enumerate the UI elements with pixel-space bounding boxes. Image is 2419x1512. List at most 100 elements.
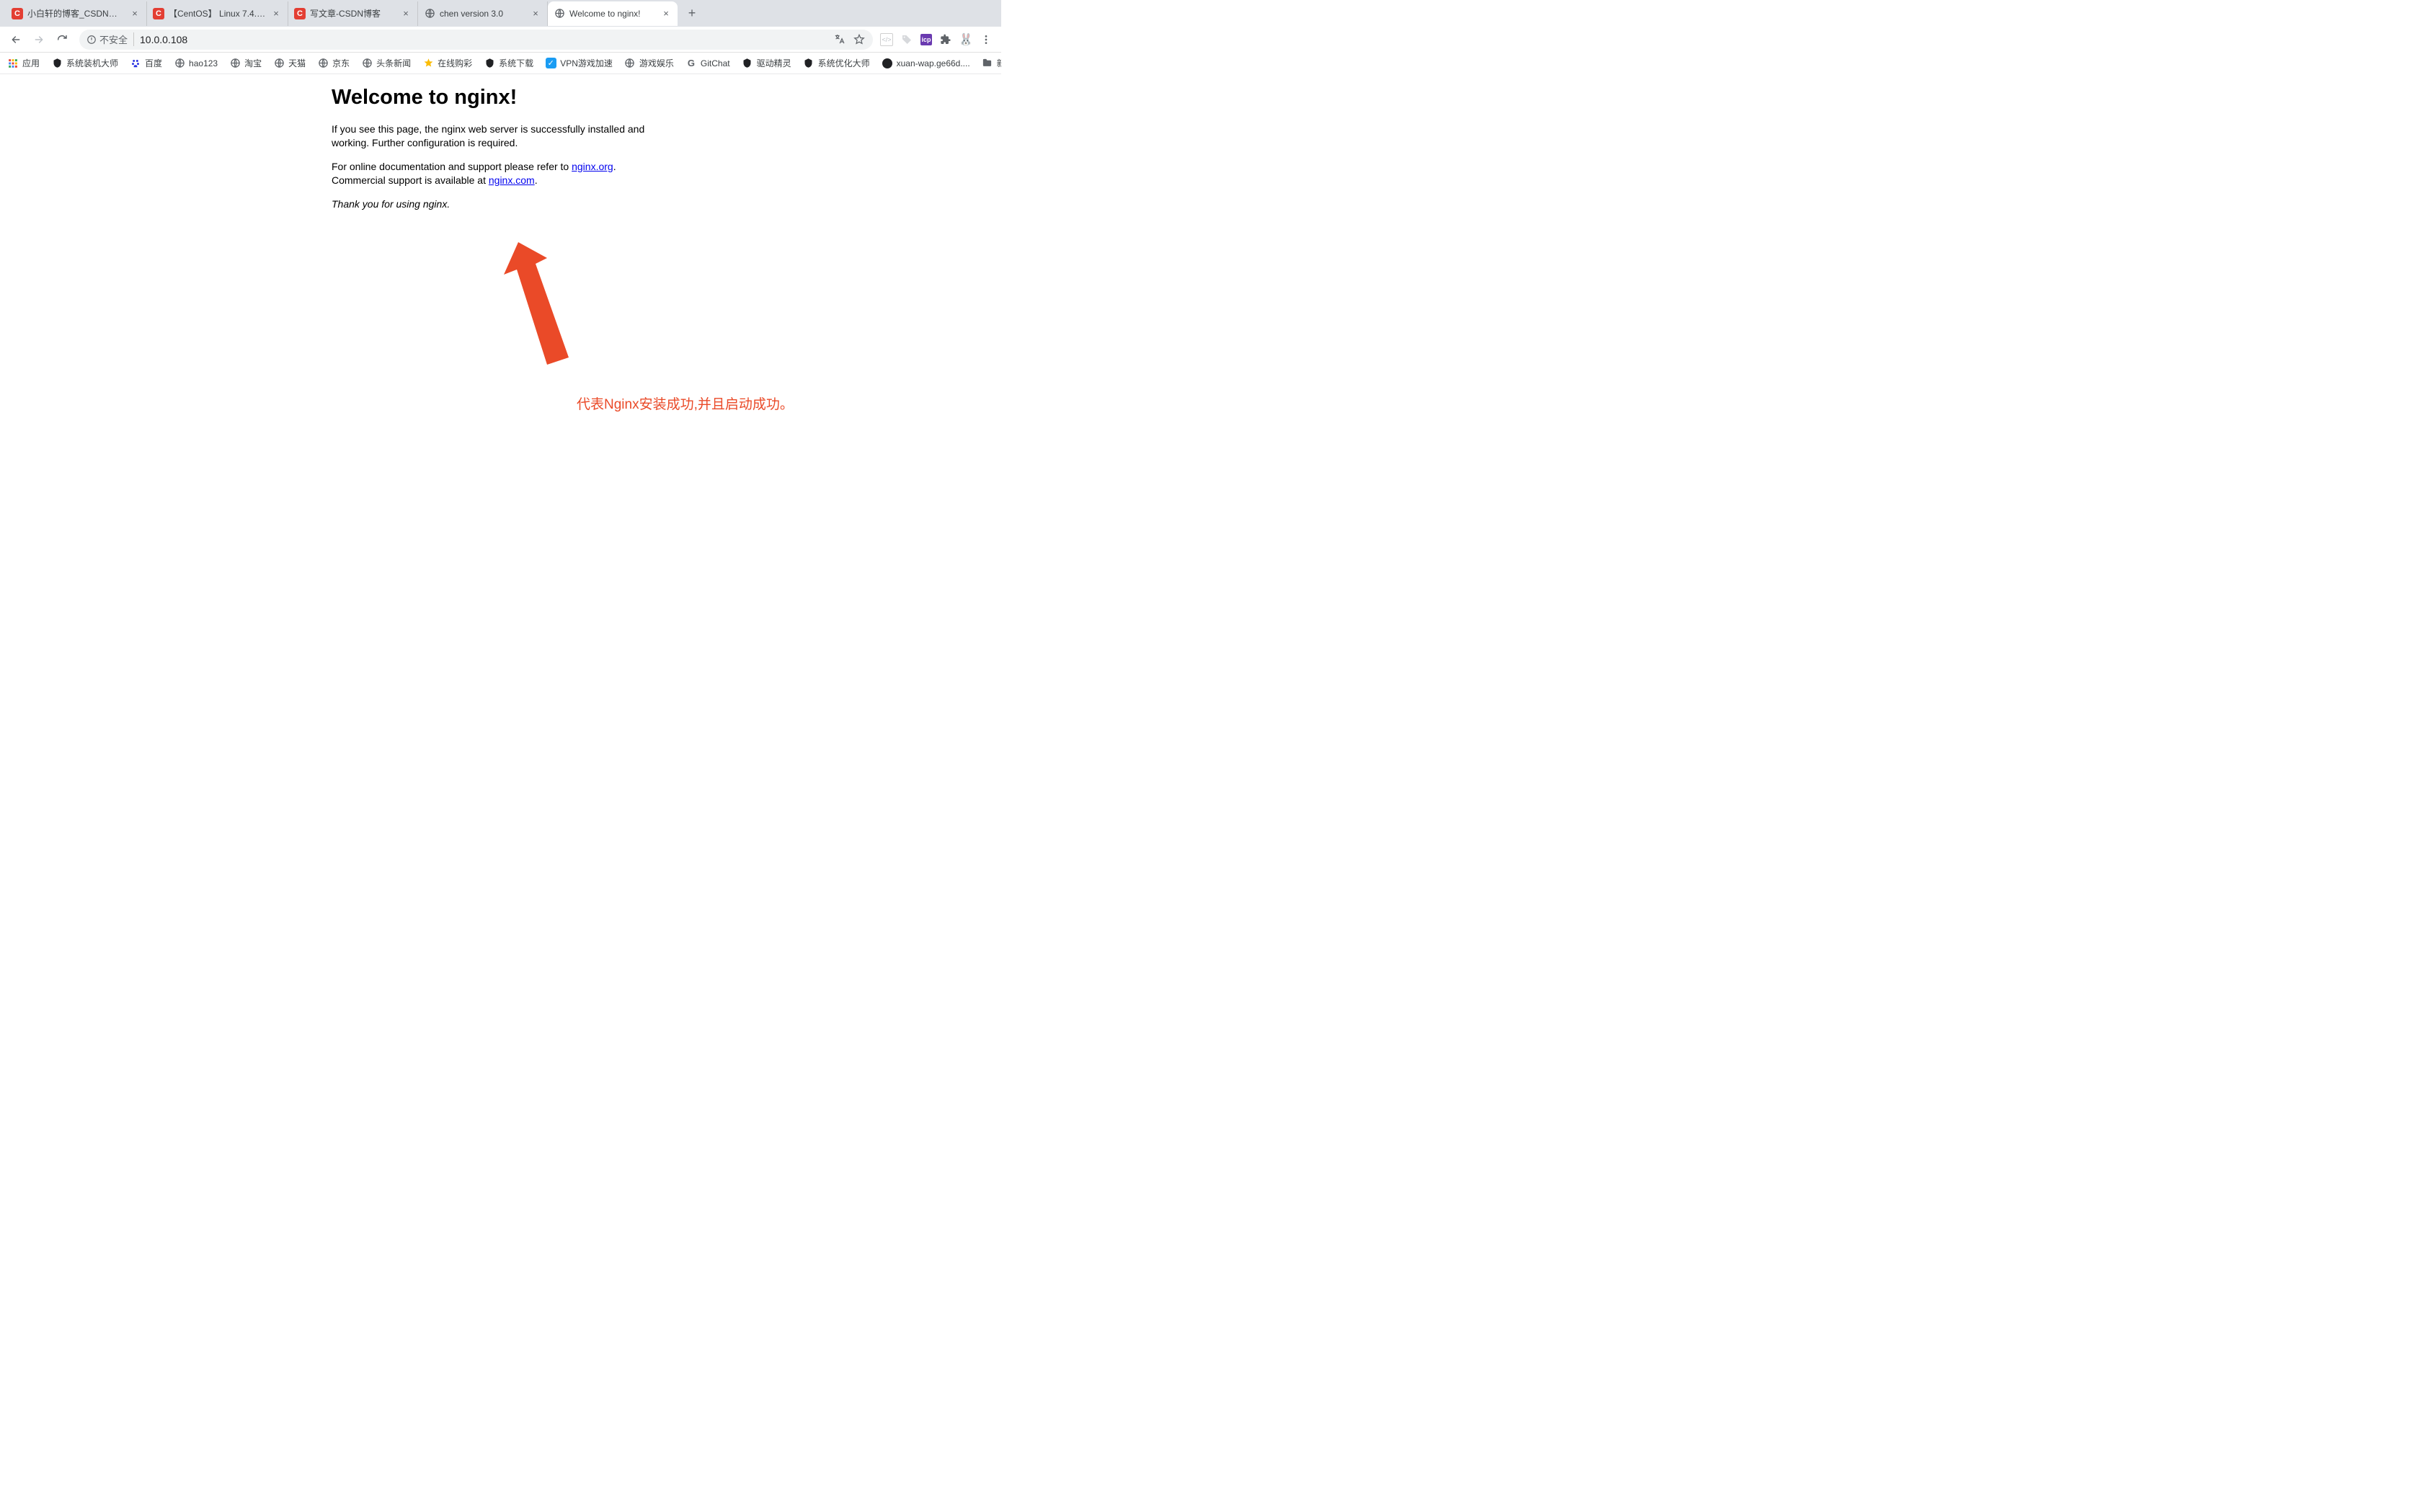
nginx-welcome-body: Welcome to nginx! If you see this page, … (332, 86, 670, 210)
annotation-arrow-icon (504, 242, 576, 365)
bookmark-item[interactable]: 淘宝 (229, 57, 262, 69)
tab-title: 写文章-CSDN博客 (310, 7, 396, 19)
csdn-favicon-icon: C (12, 8, 23, 19)
forward-button[interactable] (29, 30, 49, 50)
csdn-favicon-icon: C (153, 8, 164, 19)
bookmark-label: 在线购彩 (438, 57, 472, 69)
profile-avatar-icon[interactable]: 🐰 (959, 33, 972, 46)
tab-title: 【CentOS】 Linux 7.4.1708 (CO (169, 7, 266, 19)
close-icon[interactable]: × (660, 8, 672, 19)
bookmark-label: 系统下载 (499, 57, 533, 69)
tab-title: 小白轩的博客_CSDN博客-java,c (27, 7, 125, 19)
round-icon (882, 58, 893, 69)
bookmark-item[interactable]: G GitChat (685, 58, 730, 69)
tab-title: Welcome to nginx! (569, 9, 656, 19)
back-button[interactable] (6, 30, 26, 50)
bookmark-label: 驱动精灵 (757, 57, 791, 69)
globe-icon (554, 8, 565, 19)
annotation-text: 代表Nginx安装成功,并且启动成功。 (577, 393, 794, 413)
bookmark-item[interactable]: xuan-wap.ge66d.... (882, 58, 970, 69)
close-icon[interactable]: × (129, 8, 141, 19)
tag-icon[interactable] (900, 33, 913, 46)
address-bar[interactable]: 不安全 10.0.0.108 (79, 30, 873, 50)
tab-write-article[interactable]: C 写文章-CSDN博客 × (288, 1, 418, 26)
bookmark-star-icon[interactable] (853, 33, 866, 46)
menu-icon[interactable] (980, 33, 993, 46)
toolbar-right: </> icp 🐰 (880, 33, 995, 46)
new-tab-button[interactable]: + (682, 4, 702, 24)
nginx-org-link[interactable]: nginx.org (572, 161, 613, 172)
bookmark-label: 百度 (145, 57, 162, 69)
baidu-icon (130, 58, 141, 69)
insecure-label: 不安全 (99, 32, 128, 46)
bookmarks-bar: 应用 系统装机大师 百度 hao123 淘宝 天猫 京东 头条新闻 在线购彩 系… (0, 53, 1001, 74)
reload-button[interactable] (52, 30, 72, 50)
bookmark-label: hao123 (189, 58, 218, 68)
tab-title: chen version 3.0 (440, 9, 525, 19)
vpn-icon: ✓ (545, 58, 556, 69)
bookmark-label: 新建文件夹 (997, 57, 1001, 69)
bookmark-item[interactable]: hao123 (174, 58, 218, 69)
page-paragraph-2: For online documentation and support ple… (332, 160, 670, 187)
page-paragraph-3: Thank you for using nginx. (332, 197, 670, 211)
bookmark-item[interactable]: 驱动精灵 (742, 57, 791, 69)
globe-icon (424, 8, 435, 19)
bookmark-item[interactable]: ✓ VPN游戏加速 (545, 57, 613, 69)
tab-nginx-welcome[interactable]: Welcome to nginx! × (548, 1, 678, 26)
globe-icon (317, 58, 329, 69)
bookmark-label: 系统装机大师 (66, 57, 118, 69)
bookmark-label: 头条新闻 (376, 57, 411, 69)
bookmark-label: 应用 (22, 57, 40, 69)
bookmark-label: xuan-wap.ge66d.... (897, 58, 970, 68)
bookmark-item[interactable]: 系统优化大师 (803, 57, 870, 69)
bookmark-item[interactable]: 百度 (130, 57, 162, 69)
csdn-favicon-icon: C (294, 8, 306, 19)
bookmark-item[interactable]: 在线购彩 (422, 57, 472, 69)
page-title: Welcome to nginx! (332, 86, 670, 110)
bookmark-item[interactable]: 系统装机大师 (51, 57, 118, 69)
bookmark-label: 淘宝 (244, 57, 262, 69)
tab-csdn-blog[interactable]: C 小白轩的博客_CSDN博客-java,c × (6, 1, 147, 26)
toolbar: 不安全 10.0.0.108 </> icp 🐰 (0, 27, 1001, 53)
bookmark-label: 游戏娱乐 (639, 57, 674, 69)
bookmark-item[interactable]: 天猫 (273, 57, 306, 69)
bookmark-label: VPN游戏加速 (560, 57, 613, 69)
close-icon[interactable]: × (400, 8, 412, 19)
nginx-com-link[interactable]: nginx.com (489, 174, 535, 186)
bookmark-label: 京东 (332, 57, 350, 69)
page-content: Welcome to nginx! If you see this page, … (0, 74, 1001, 210)
star-icon (422, 58, 434, 69)
globe-icon (174, 58, 185, 69)
tab-chen-version[interactable]: chen version 3.0 × (418, 1, 548, 26)
url-text: 10.0.0.108 (140, 34, 187, 45)
tab-centos[interactable]: C 【CentOS】 Linux 7.4.1708 (CO × (147, 1, 288, 26)
bookmark-apps[interactable]: 应用 (7, 57, 40, 69)
devtools-icon[interactable]: </> (880, 33, 893, 46)
bookmark-item[interactable]: 京东 (317, 57, 350, 69)
extensions-icon[interactable] (939, 33, 952, 46)
bookmark-label: 系统优化大师 (818, 57, 870, 69)
bookmark-item[interactable]: 游戏娱乐 (624, 57, 674, 69)
insecure-badge[interactable]: 不安全 (86, 32, 134, 46)
bookmark-item[interactable]: 系统下载 (484, 57, 533, 69)
bookmark-label: GitChat (701, 58, 730, 68)
system-icon (51, 58, 63, 69)
close-icon[interactable]: × (530, 8, 541, 19)
folder-icon (982, 58, 993, 69)
bookmark-label: 天猫 (288, 57, 306, 69)
system-icon (484, 58, 495, 69)
gitchat-icon: G (685, 58, 697, 69)
page-paragraph-1: If you see this page, the nginx web serv… (332, 123, 670, 150)
globe-icon (273, 58, 285, 69)
tab-strip: C 小白轩的博客_CSDN博客-java,c × C 【CentOS】 Linu… (0, 0, 1001, 27)
system-icon (803, 58, 815, 69)
extension-purple-icon[interactable]: icp (920, 34, 932, 45)
bookmark-item[interactable]: 头条新闻 (361, 57, 411, 69)
translate-icon[interactable] (833, 33, 845, 46)
globe-icon (624, 58, 636, 69)
close-icon[interactable]: × (270, 8, 282, 19)
apps-icon (7, 58, 19, 69)
globe-icon (229, 58, 241, 69)
globe-icon (361, 58, 373, 69)
bookmark-folder[interactable]: 新建文件夹 (982, 57, 1001, 69)
